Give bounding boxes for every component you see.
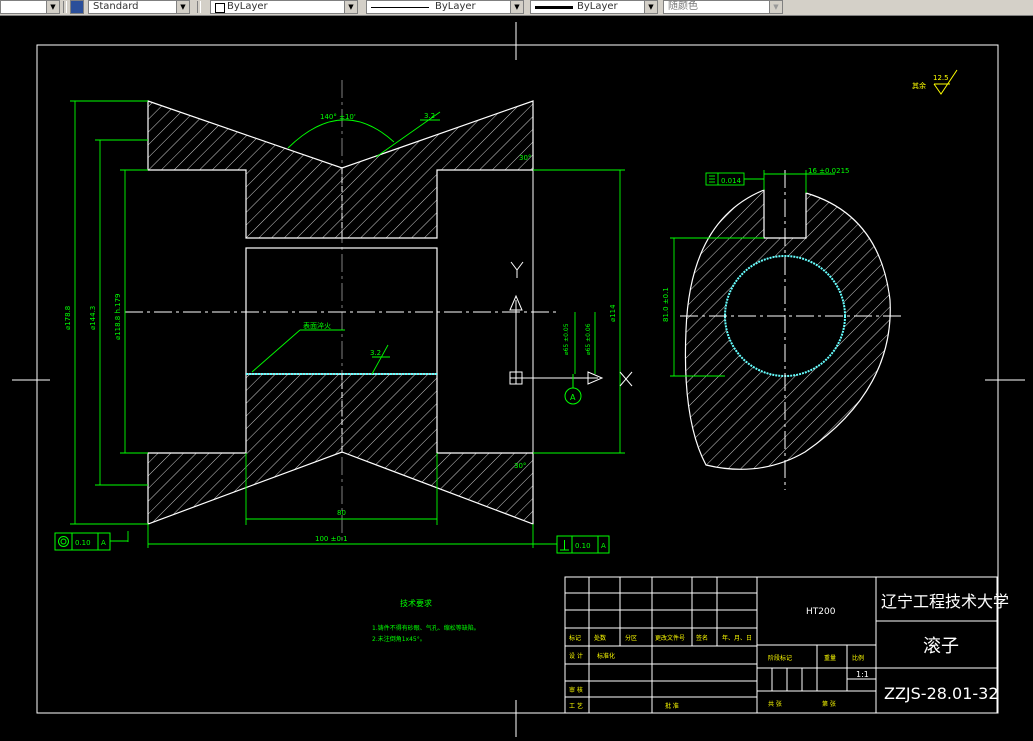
tolerance-value: 0.10 xyxy=(575,542,591,550)
row-approve: 批 准 xyxy=(665,702,679,710)
keyway-width-dim: 16 ±0.0215 xyxy=(808,167,850,175)
roughness-rest-label: 其余 xyxy=(912,81,926,90)
plot-style-dropdown[interactable]: Standard ▼ xyxy=(88,0,190,14)
diameter-dim: ⌀178.8 xyxy=(64,306,72,330)
scale: 1:1 xyxy=(856,670,869,679)
diameter-dim: ⌀118.8 h.179 xyxy=(114,293,122,340)
linetype-sample-icon xyxy=(371,7,429,8)
gtol-left: 0.10 A xyxy=(54,532,128,551)
ucs-icon xyxy=(509,261,633,387)
diameter-dim: ⌀65 ±0.05 xyxy=(563,323,570,355)
toolbar-left-dropdown[interactable]: ▼ xyxy=(0,0,60,14)
chevron-down-icon[interactable]: ▼ xyxy=(510,1,523,13)
length-dim: 100 ±0.1 xyxy=(315,535,348,543)
lineweight-dropdown[interactable]: ByLayer ▼ xyxy=(530,0,658,14)
header-mark: 标记 xyxy=(569,634,581,642)
notes-title: 技术要求 xyxy=(400,598,432,608)
toolbar-separator xyxy=(197,1,201,13)
diameter-dim: ⌀114 xyxy=(609,304,617,322)
tolerance-ref: A xyxy=(101,539,106,547)
properties-toolbar: ▼ Standard ▼ ByLayer ▼ ByLayer ▼ ByLayer… xyxy=(0,0,1033,16)
layer-dropdown[interactable]: ByLayer ▼ xyxy=(210,0,358,14)
front-section-view xyxy=(125,80,560,540)
material: HT200 xyxy=(806,607,836,617)
cad-drawing[interactable]: 140° ±10' 3.2 30° 30° ⌀178.8 ⌀144.3 ⌀118… xyxy=(0,16,1033,737)
color-swatch-icon xyxy=(215,3,225,13)
weight: 重量 xyxy=(824,654,836,662)
side-view xyxy=(680,170,905,490)
surface-note: 表面淬火 xyxy=(303,321,331,330)
university-name: 辽宁工程技术大学 xyxy=(881,592,1009,611)
roughness-rest: 其余 12.5 xyxy=(912,69,958,95)
roughness-label: 3.2 xyxy=(424,112,435,120)
header-zone: 分区 xyxy=(625,634,637,642)
angle-dim: 30° xyxy=(519,154,531,162)
part-name: 滚子 xyxy=(923,636,959,657)
stage-mark: 阶段标记 xyxy=(768,654,792,662)
plot-style-value: Standard xyxy=(93,1,139,12)
upper-section-hatch xyxy=(147,100,534,239)
chevron-down-icon[interactable]: ▼ xyxy=(344,1,357,13)
drawing-canvas[interactable]: 140° ±10' 3.2 30° 30° ⌀178.8 ⌀144.3 ⌀118… xyxy=(0,16,1033,737)
chevron-down-icon[interactable]: ▼ xyxy=(46,1,59,13)
plot-color-dropdown[interactable]: 随颜色 ▼ xyxy=(663,0,783,14)
ratio: 比例 xyxy=(852,654,864,662)
header-sign: 签名 xyxy=(696,634,708,642)
row-standard: 标准化 xyxy=(597,652,615,660)
notes-line: 2.未注倒角1x45°。 xyxy=(372,635,426,643)
datum-label: A xyxy=(570,393,576,402)
sheet-total: 共 张 xyxy=(768,700,782,708)
angle-dim: 30° xyxy=(514,462,526,470)
notes-line: 1.铸件不得有砂眼、气孔、缩松等缺陷。 xyxy=(372,624,480,632)
chevron-down-icon[interactable]: ▼ xyxy=(176,1,189,13)
lineweight-value: ByLayer xyxy=(577,1,618,12)
linetype-dropdown[interactable]: ByLayer ▼ xyxy=(366,0,524,14)
chevron-down-icon[interactable]: ▼ xyxy=(644,1,657,13)
diameter-dim: ⌀65 ±0.06 xyxy=(585,323,592,355)
row-review: 审 核 xyxy=(569,686,583,694)
plot-color-value: 随颜色 xyxy=(668,1,698,12)
linetype-value: ByLayer xyxy=(435,1,476,12)
drawing-number: ZZJS-28.01-32 xyxy=(884,684,999,703)
sheet-no: 第 张 xyxy=(822,700,836,708)
roughness-label: 3.2 xyxy=(370,349,381,357)
diameter-dim: ⌀144.3 xyxy=(89,306,97,330)
layer-value: ByLayer xyxy=(227,1,268,12)
angle-dim: 140° ±10' xyxy=(320,113,356,121)
keyway-depth-dim: 81.0 ±0.1 xyxy=(662,287,670,322)
chevron-down-icon[interactable]: ▼ xyxy=(769,1,782,13)
tolerance-value: 0.10 xyxy=(75,539,91,547)
header-count: 处数 xyxy=(594,634,606,642)
header-date: 年、月、日 xyxy=(722,634,752,642)
length-dim: 80 xyxy=(337,509,346,517)
gtol-right: 0.10 A xyxy=(533,535,610,554)
toolbar-separator xyxy=(63,1,67,13)
lineweight-sample-icon xyxy=(535,6,573,9)
tolerance-ref: A xyxy=(601,542,606,550)
row-design: 设 计 xyxy=(569,652,583,660)
roughness-rest-value: 12.5 xyxy=(933,74,949,82)
plot-style-icon[interactable] xyxy=(70,0,84,14)
lower-section-hatch xyxy=(147,373,534,525)
header-doc: 更改文件号 xyxy=(655,634,685,642)
keyway-sym-dim: 0.014 xyxy=(721,177,742,185)
technical-notes: 技术要求 1.铸件不得有砂眼、气孔、缩松等缺陷。 2.未注倒角1x45°。 xyxy=(372,598,480,643)
row-process: 工 艺 xyxy=(569,702,583,710)
